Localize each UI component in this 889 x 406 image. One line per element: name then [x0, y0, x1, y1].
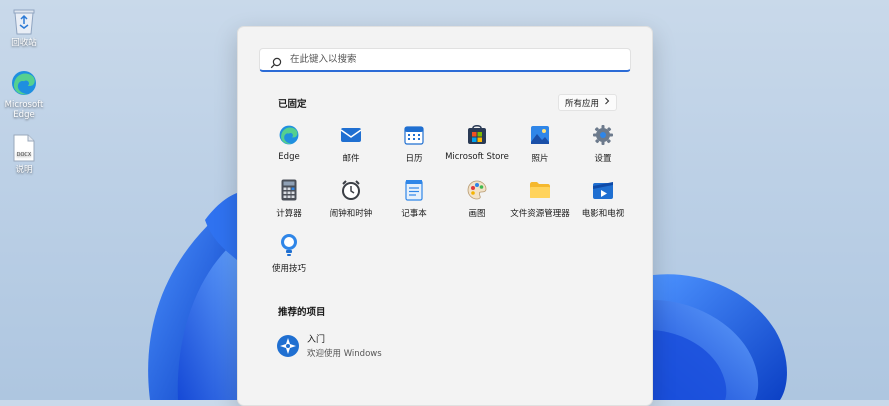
pinned-app-edge[interactable]: Edge	[257, 123, 321, 162]
app-label: 邮件	[342, 154, 360, 164]
all-apps-button[interactable]: 所有应用	[558, 94, 618, 111]
recommended-item-title: 入门	[307, 335, 326, 345]
docx-file-icon: DOCX	[9, 133, 39, 163]
tips-icon	[277, 233, 301, 257]
desktop-icon-label: 回收站	[11, 38, 37, 48]
app-label: Edge	[278, 152, 300, 162]
pinned-app-notepad[interactable]: 记事本	[382, 178, 446, 219]
pinned-app-file-explorer[interactable]: 文件资源管理器	[508, 178, 572, 219]
app-label: 照片	[531, 154, 549, 164]
pinned-app-calendar[interactable]: 日历	[382, 123, 446, 164]
notepad-icon	[402, 178, 426, 202]
all-apps-label: 所有应用	[565, 98, 600, 109]
paint-icon	[465, 178, 489, 202]
desktop-icon-recycle-bin[interactable]: 回收站	[0, 6, 48, 48]
folder-icon	[528, 178, 552, 202]
recommended-item-subtitle: 欢迎使用 Windows	[307, 349, 382, 359]
desktop-icon-label: 说明	[15, 165, 33, 175]
pinned-app-store[interactable]: Microsoft Store	[445, 123, 509, 162]
store-icon	[465, 123, 489, 147]
app-label: 闹钟和时钟	[329, 209, 373, 219]
alarm-clock-icon	[339, 178, 363, 202]
pinned-title: 已固定	[278, 99, 307, 110]
calendar-icon	[402, 123, 426, 147]
app-label: 画图	[468, 209, 486, 219]
recommended-item-get-started[interactable]: 入门 欢迎使用 Windows	[276, 332, 382, 359]
search-box[interactable]	[259, 48, 631, 72]
desktop-icon-label: Microsoft Edge	[4, 100, 44, 120]
photos-icon	[528, 123, 552, 147]
pinned-app-photos[interactable]: 照片	[508, 123, 572, 164]
pinned-app-alarms[interactable]: 闹钟和时钟	[319, 178, 383, 219]
gear-icon	[591, 123, 615, 147]
edge-icon	[9, 68, 39, 98]
app-label: 日历	[405, 154, 423, 164]
mail-icon	[339, 123, 363, 147]
get-started-icon	[276, 334, 300, 358]
movies-icon	[591, 178, 615, 202]
search-input[interactable]	[288, 53, 612, 66]
app-label: 设置	[594, 154, 612, 164]
pinned-app-settings[interactable]: 设置	[571, 123, 635, 164]
svg-text:DOCX: DOCX	[17, 152, 32, 158]
app-label: 计算器	[276, 209, 302, 219]
recycle-bin-icon	[9, 6, 39, 36]
search-icon	[270, 54, 282, 68]
edge-icon	[277, 123, 301, 147]
pinned-app-paint[interactable]: 画图	[445, 178, 509, 219]
desktop-icon-docx[interactable]: DOCX 说明	[0, 133, 48, 175]
app-label: Microsoft Store	[445, 152, 509, 162]
app-label: 文件资源管理器	[510, 209, 570, 219]
app-label: 电影和电视	[581, 209, 625, 219]
calculator-icon	[277, 178, 301, 202]
pinned-app-calculator[interactable]: 计算器	[257, 178, 321, 219]
recommended-title: 推荐的项目	[278, 307, 326, 318]
app-label: 使用技巧	[271, 264, 306, 274]
pinned-app-mail[interactable]: 邮件	[319, 123, 383, 164]
chevron-right-icon	[604, 97, 610, 108]
pinned-app-movies-tv[interactable]: 电影和电视	[571, 178, 635, 219]
pinned-app-tips[interactable]: 使用技巧	[257, 233, 321, 274]
start-menu: 已固定 所有应用 Edge 邮件	[237, 26, 653, 406]
desktop-icon-edge[interactable]: Microsoft Edge	[0, 68, 48, 120]
app-label: 记事本	[401, 209, 427, 219]
